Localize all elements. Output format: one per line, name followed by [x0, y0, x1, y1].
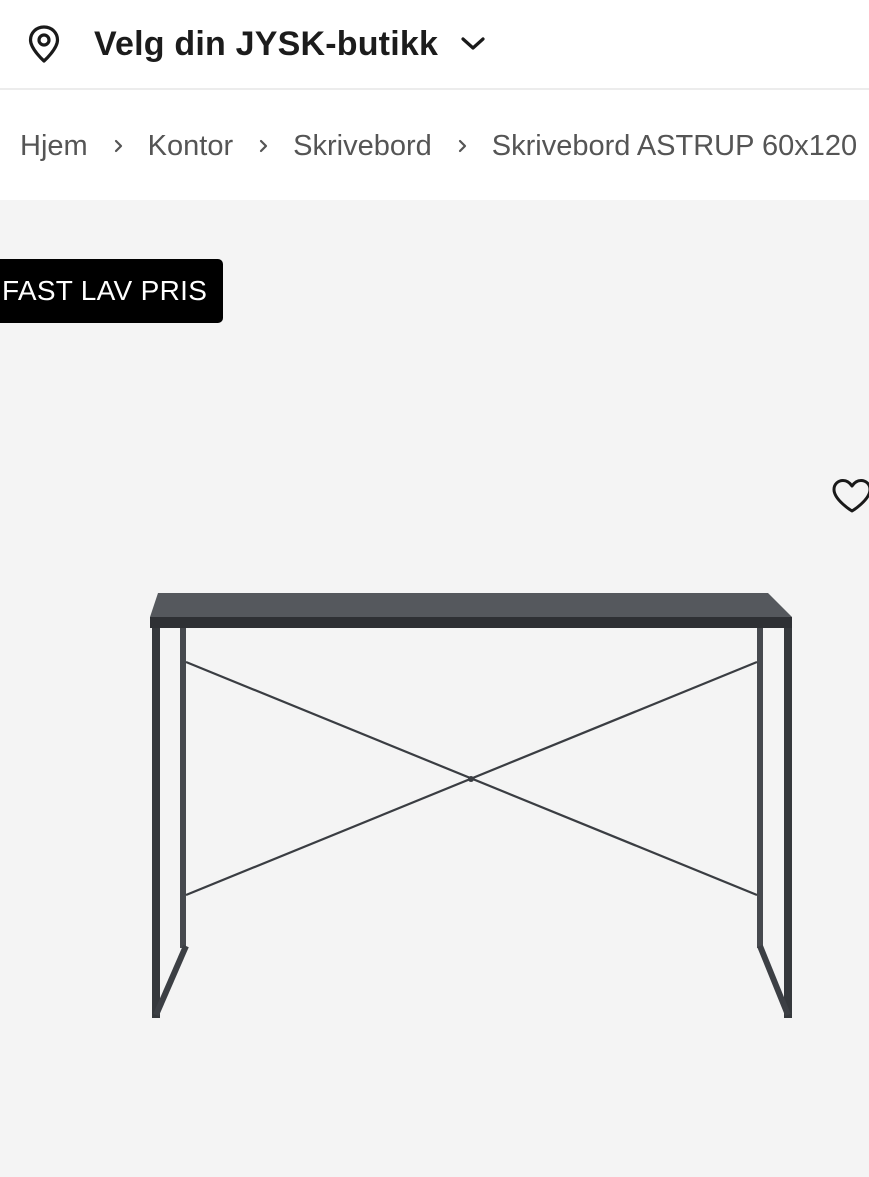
location-pin-icon — [28, 25, 60, 63]
chevron-right-icon — [457, 138, 469, 154]
breadcrumb: Hjem Kontor Skrivebord Skrivebord ASTRUP… — [0, 92, 869, 200]
desk-product-image — [150, 593, 792, 1018]
heart-outline-icon[interactable] — [830, 476, 869, 516]
chevron-down-icon — [461, 37, 485, 50]
product-image-area[interactable]: FAST LAV PRIS — [0, 200, 869, 1177]
store-selector[interactable]: Velg din JYSK-butikk — [0, 0, 869, 90]
breadcrumb-home[interactable]: Hjem — [20, 130, 88, 163]
breadcrumb-kontor[interactable]: Kontor — [148, 130, 233, 163]
price-badge: FAST LAV PRIS — [0, 259, 224, 323]
breadcrumb-skrivebord[interactable]: Skrivebord — [293, 130, 432, 163]
breadcrumb-current: Skrivebord ASTRUP 60x120 — [491, 129, 858, 162]
store-selector-label: Velg din JYSK-butikk — [94, 24, 439, 63]
chevron-right-icon — [258, 138, 270, 154]
chevron-right-icon — [113, 138, 125, 154]
